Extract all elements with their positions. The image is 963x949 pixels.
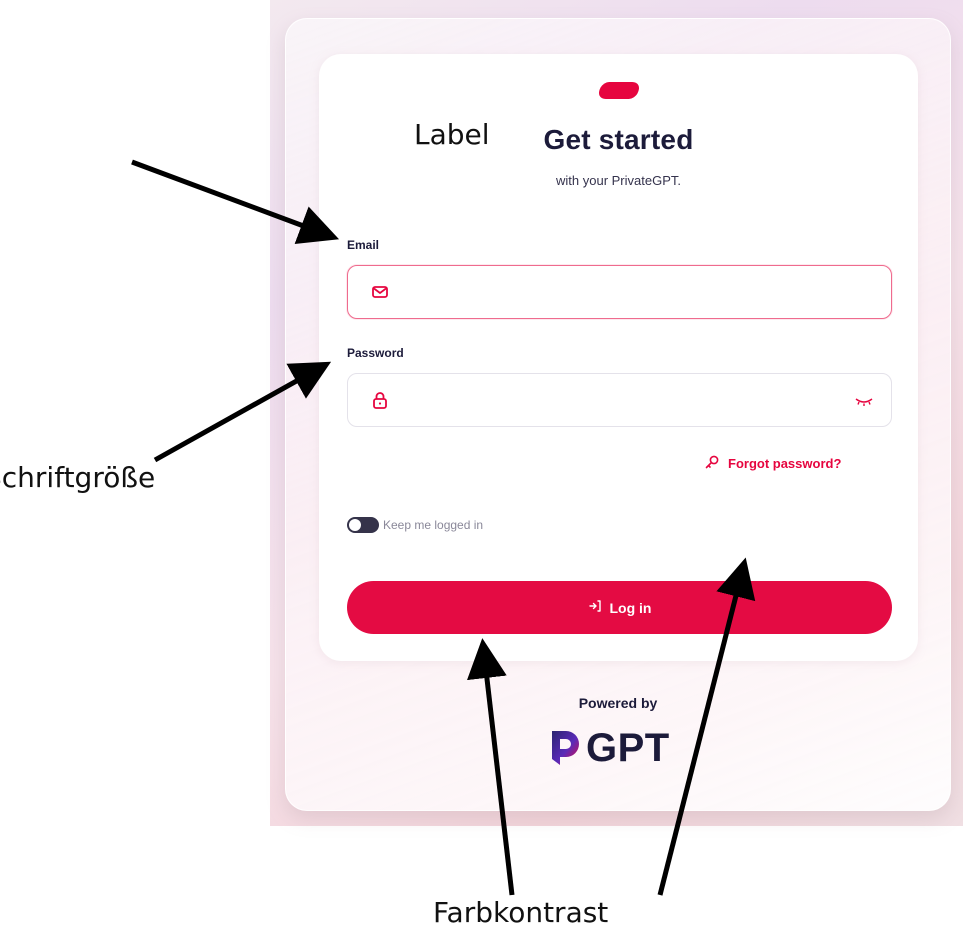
annotation-font-size: Schriftgröße — [0, 461, 156, 494]
password-input[interactable] — [404, 374, 841, 426]
email-input[interactable] — [404, 266, 841, 318]
email-field-wrapper[interactable] — [347, 265, 892, 319]
pgpt-brand-logo: GPT — [548, 723, 670, 773]
eye-closed-icon[interactable] — [853, 394, 875, 408]
email-label: Email — [347, 238, 380, 252]
annotation-contrast: Farbkontrast — [433, 896, 609, 929]
lock-icon — [370, 390, 390, 410]
login-arrow-icon — [588, 599, 602, 616]
password-label: Password — [347, 346, 404, 360]
password-field-wrapper[interactable] — [347, 373, 892, 427]
toggle-knob — [349, 519, 361, 531]
pgpt-logo-icon — [548, 723, 584, 774]
login-button-label: Log in — [609, 599, 652, 616]
page-title: Get started — [543, 124, 694, 155]
keep-logged-in-label: Keep me logged in — [383, 518, 484, 532]
key-icon — [704, 454, 720, 473]
forgot-password-link[interactable]: Forgot password? — [704, 453, 841, 473]
keep-logged-in-toggle[interactable] — [347, 517, 379, 533]
powered-by-label: Powered by — [578, 695, 658, 711]
mail-icon — [370, 282, 390, 302]
forgot-password-label: Forgot password? — [728, 455, 842, 471]
annotation-label: Label — [414, 118, 490, 151]
keep-logged-in-option[interactable]: Keep me logged in — [347, 516, 483, 534]
page-subtitle: with your PrivateGPT. — [556, 173, 681, 188]
pgpt-brand-text: GPT — [586, 725, 670, 770]
login-button[interactable]: Log in — [347, 581, 892, 634]
